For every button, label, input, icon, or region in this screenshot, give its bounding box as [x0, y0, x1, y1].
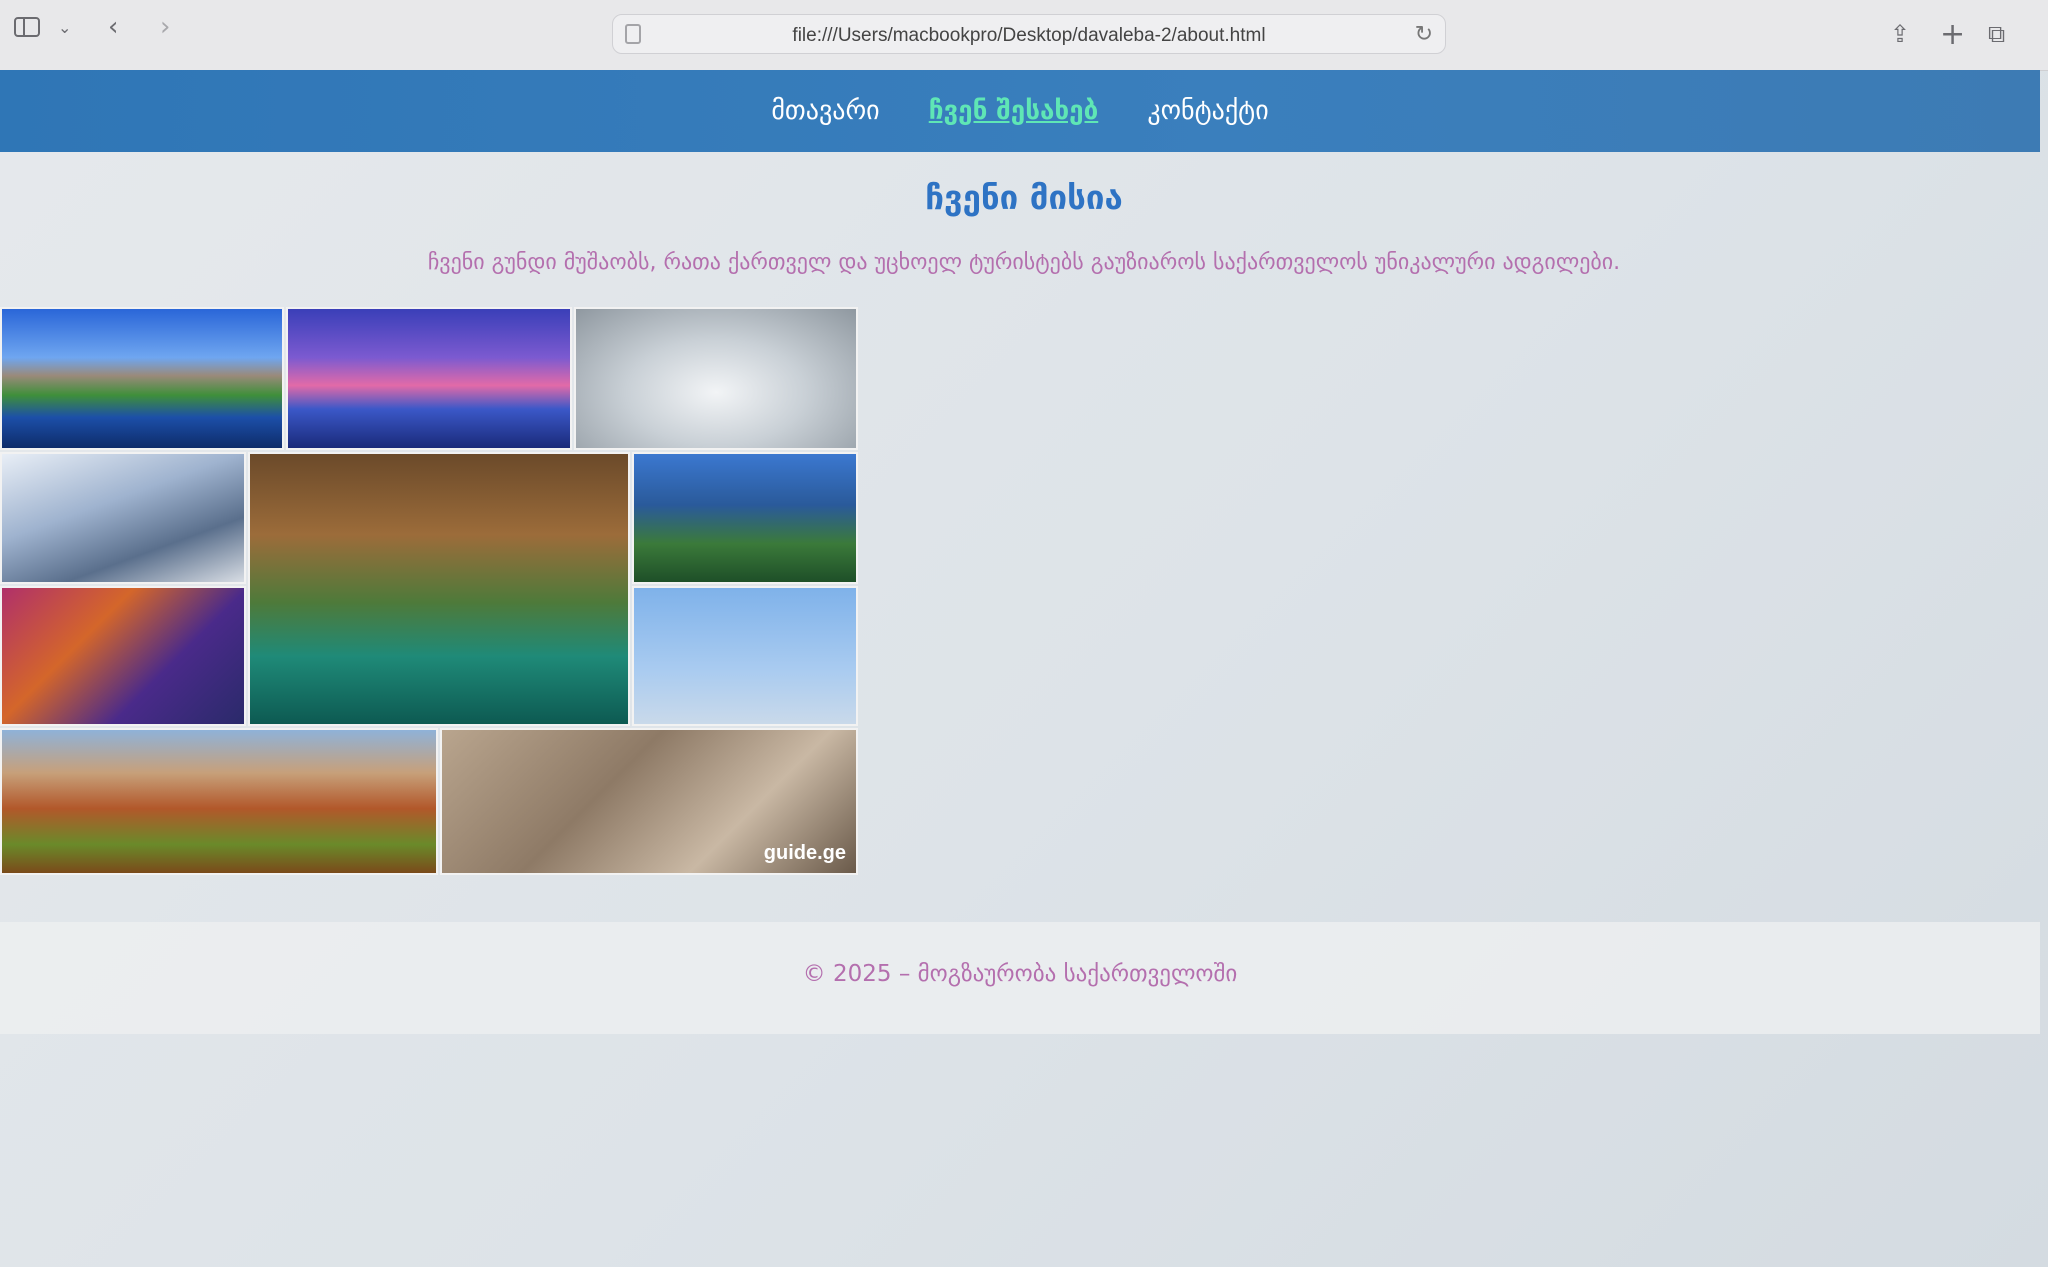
georgia-photo-collage: guide.ge [0, 307, 858, 875]
tab-overview-icon[interactable]: ⧉ [1988, 22, 2005, 46]
katskhi-pillar-image [632, 452, 858, 584]
address-bar[interactable]: file:///Users/macbookpro/Desktop/davaleb… [612, 14, 1446, 54]
site-nav: მთავარი ჩვენ შესახებ კონტაქტი [0, 70, 2040, 152]
canyon-water-image [248, 452, 630, 726]
batumi-skyline-image [286, 307, 572, 450]
gergeti-church-image [0, 452, 246, 584]
image-watermark: guide.ge [763, 842, 846, 864]
new-tab-icon[interactable]: + [1940, 20, 1965, 50]
back-icon[interactable]: ‹ [108, 14, 118, 40]
site-footer: © 2025 – მოგზაურობა საქართველოში [0, 922, 2040, 1034]
forward-icon[interactable]: › [160, 14, 170, 40]
ali-and-nino-statue-image [632, 586, 858, 726]
vardzia-cave-city-image: guide.ge [440, 728, 858, 875]
mission-title: ჩვენი მისია [925, 178, 1123, 217]
url-text[interactable]: file:///Users/macbookpro/Desktop/davaleb… [613, 25, 1445, 47]
share-icon[interactable]: ⇪ [1890, 22, 1910, 46]
colorful-cave-image [0, 586, 246, 726]
nav-link-home[interactable]: მთავარი [771, 70, 879, 152]
mountain-lake-image [0, 307, 284, 450]
kakheti-vineyard-image [0, 728, 438, 875]
browser-toolbar: ⌄ ‹ › file:///Users/macbookpro/Desktop/d… [0, 0, 2048, 71]
chevron-down-icon[interactable]: ⌄ [58, 20, 71, 36]
reload-icon[interactable]: ↻ [1415, 22, 1433, 47]
footer-copyright: © 2025 – მოგზაურობა საქართველოში [802, 961, 1238, 987]
nav-link-about[interactable]: ჩვენ შესახებ [929, 70, 1099, 152]
mission-text: ჩვენი გუნდი მუშაობს, რათა ქართველ და უცხ… [427, 250, 1621, 275]
sidebar-toggle-icon[interactable] [14, 17, 40, 37]
fortress-in-clouds-image [574, 307, 858, 450]
nav-link-contact[interactable]: კონტაქტი [1147, 70, 1268, 152]
